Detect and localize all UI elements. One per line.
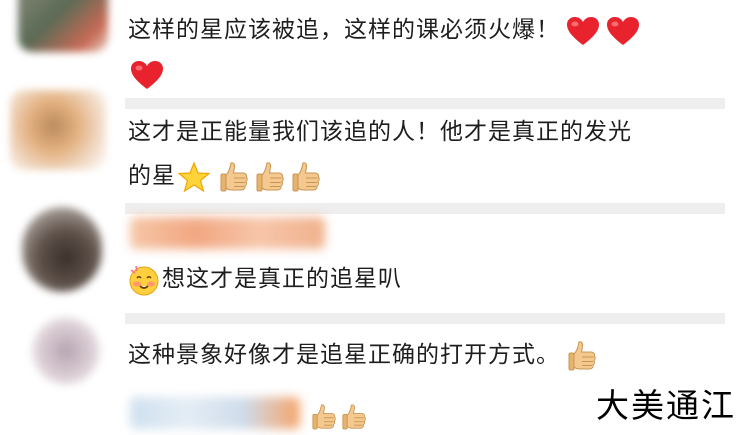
username-blurred[interactable] <box>130 217 325 249</box>
thumbs-up-icon <box>256 161 284 193</box>
comment-text: 这才是正能量我们该追的人！他才是真正的发光 的星 <box>128 110 708 198</box>
star-icon <box>178 162 210 192</box>
watermark: 大美通江 <box>590 382 742 430</box>
comment-body: 这种景象好像才是追星正确的打开方式。 <box>128 342 560 368</box>
comment-text: 想这才是真正的追星叭 <box>128 257 708 301</box>
avatar[interactable] <box>22 207 102 292</box>
comment-3: 想这才是真正的追星叭 <box>0 205 750 310</box>
comment-body: 想这才是真正的追星叭 <box>162 266 402 292</box>
avatar[interactable] <box>10 90 106 170</box>
thumbs-up-icon <box>342 403 366 431</box>
heart-icon <box>130 60 164 90</box>
comment-text: 这种景象好像才是追星正确的打开方式。 <box>128 333 708 377</box>
avatar[interactable] <box>18 0 108 52</box>
comment-body: 这才是正能量我们该追的人！他才是真正的发光 <box>128 119 632 145</box>
comment-body-cont: 的星 <box>128 163 176 189</box>
heart-icon <box>606 16 640 46</box>
thumbs-up-icon <box>312 403 336 431</box>
comment-4: 这种景象好像才是追星正确的打开方式。 <box>0 315 750 385</box>
avatar[interactable] <box>32 317 100 385</box>
heart-icon <box>566 16 600 46</box>
comment-text: 这样的星应该被追，这样的课必须火爆！ <box>128 8 708 96</box>
comment-2: 这才是正能量我们该追的人！他才是真正的发光 的星 <box>0 90 750 205</box>
thumbs-up-icon <box>292 161 320 193</box>
username-blurred[interactable] <box>130 397 300 429</box>
comment-1: 这样的星应该被追，这样的课必须火爆！ <box>0 0 750 95</box>
blushing-face-icon <box>128 264 160 296</box>
thumbs-up-icon <box>220 161 248 193</box>
comment-body: 这样的星应该被追，这样的课必须火爆！ <box>128 17 560 43</box>
thumbs-up-icon <box>568 340 596 372</box>
